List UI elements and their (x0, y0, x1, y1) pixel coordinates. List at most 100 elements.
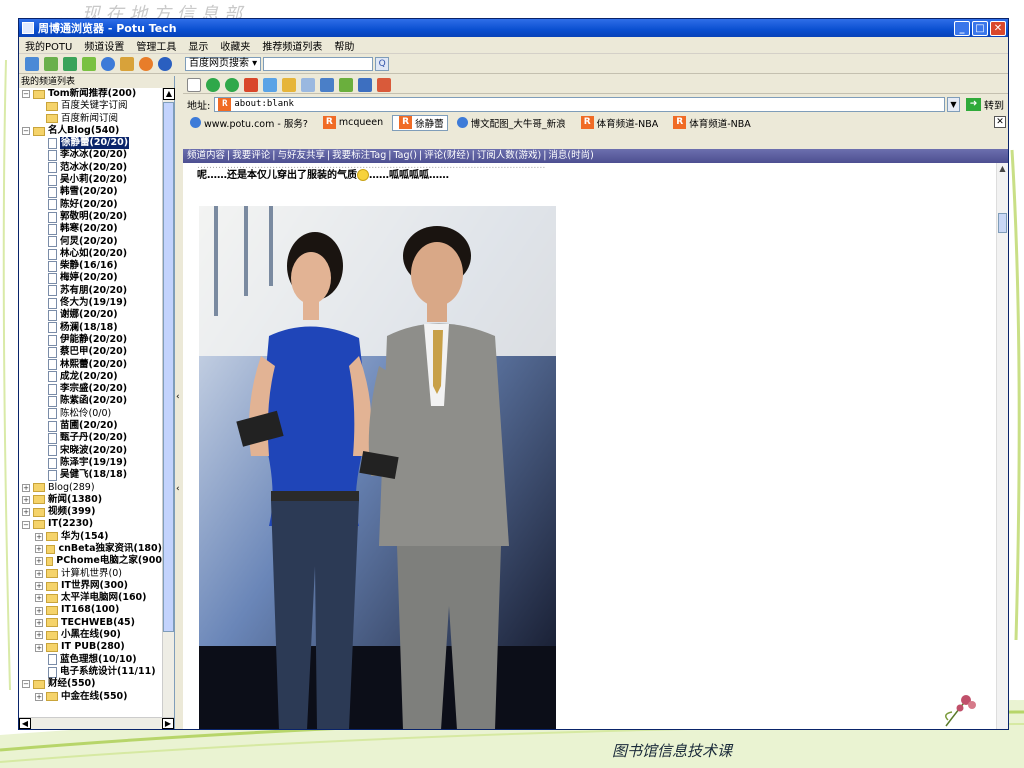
expand-icon[interactable]: + (35, 582, 43, 591)
scroll-right-arrow-icon[interactable]: ▶ (162, 718, 174, 729)
tree-folder-item[interactable]: + Blog(289) (19, 482, 162, 494)
search-input[interactable] (263, 56, 374, 71)
tab-3[interactable]: 博文配图_大牛哥_新浪 (454, 116, 569, 130)
favorite-icon[interactable] (139, 56, 153, 71)
menu-my-potu[interactable]: 我的POTU (25, 38, 72, 53)
tree-folder-item[interactable]: − 名人Blog(540) (19, 125, 162, 137)
tree-folder-item[interactable]: + 视频(399) (19, 506, 162, 518)
tree-folder-item[interactable]: − Tom新闻推荐(200) (19, 88, 162, 100)
tree-channel-item[interactable]: 宋晓波(20/20) (19, 445, 162, 457)
nav-link[interactable]: 频道内容 (187, 150, 225, 161)
tree-folder-item[interactable]: + 新闻(1380) (19, 494, 162, 506)
scroll-left-arrow-icon[interactable]: ◀ (19, 718, 31, 729)
content-vertical-scrollbar[interactable]: ▲ (996, 163, 1008, 729)
tree-folder-item[interactable]: + TECHWEB(45) (19, 617, 162, 629)
expand-icon[interactable]: + (35, 532, 43, 541)
tab-2[interactable]: R 徐静蕾 (392, 114, 448, 131)
layout-icon[interactable] (358, 77, 372, 92)
tools-icon[interactable] (339, 77, 353, 92)
tree-channel-item[interactable]: 陈松伶(0/0) (19, 408, 162, 420)
nav-link[interactable]: 我要标注Tag (332, 150, 386, 161)
tree-channel-item[interactable]: 电子系统设计(11/11) (19, 666, 162, 678)
expand-icon[interactable]: + (22, 495, 30, 504)
channel-list-icon[interactable] (25, 56, 39, 71)
tree-folder-item[interactable]: 百度关键字订阅 (19, 100, 162, 112)
tree-channel-item[interactable]: 林心如(20/20) (19, 248, 162, 260)
tree-folder-item[interactable]: 百度新闻订阅 (19, 113, 162, 125)
add-channel-icon[interactable] (44, 56, 58, 71)
tree-channel-item[interactable]: 陈泽宇(19/19) (19, 457, 162, 469)
tree-channel-item[interactable]: 郭敬明(20/20) (19, 211, 162, 223)
tree-folder-item[interactable]: + 中金在线(550) (19, 691, 162, 703)
tree-channel-item[interactable]: 李宗盛(20/20) (19, 383, 162, 395)
nav-link[interactable]: 订阅人数(游戏) (477, 150, 541, 161)
tree-folder-item[interactable]: + 华为(154) (19, 531, 162, 543)
expand-icon[interactable]: + (22, 483, 30, 492)
collapse-left-icon-2[interactable]: ‹ (176, 484, 180, 494)
refresh-icon[interactable] (63, 56, 77, 71)
tree-folder-item[interactable]: + IT世界网(300) (19, 580, 162, 592)
search-engine-select[interactable]: 百度网页搜索 ▾ (185, 56, 262, 71)
menu-view[interactable]: 显示 (188, 38, 208, 53)
tree-channel-item[interactable]: 谢娜(20/20) (19, 309, 162, 321)
expand-icon[interactable]: + (35, 569, 43, 578)
tree-folder-item[interactable]: + cnBeta独家资讯(180) (19, 543, 162, 555)
address-field[interactable]: R about:blank (214, 96, 945, 112)
menu-tools[interactable]: 管理工具 (136, 38, 176, 53)
stop-icon[interactable] (244, 77, 258, 92)
tree-folder-item[interactable]: + IT168(100) (19, 604, 162, 616)
expand-icon[interactable]: + (35, 643, 43, 652)
scroll-up-arrow-icon[interactable]: ▲ (163, 88, 175, 100)
menu-help[interactable]: 帮助 (334, 38, 354, 53)
expand-icon[interactable]: + (35, 692, 43, 701)
expand-icon[interactable]: + (35, 545, 43, 554)
menu-channel-settings[interactable]: 频道设置 (84, 38, 124, 53)
address-dropdown-icon[interactable]: ▼ (947, 96, 960, 112)
close-button[interactable]: ✕ (990, 20, 1006, 36)
collapse-icon[interactable]: − (22, 680, 30, 689)
nav-link[interactable]: 与好友共享 (277, 150, 325, 161)
tree-channel-item[interactable]: 韩寒(20/20) (19, 223, 162, 235)
tree-channel-item[interactable]: 成龙(20/20) (19, 371, 162, 383)
close-tab-icon[interactable]: ✕ (994, 116, 1006, 128)
tree-channel-item[interactable]: 蓝色理想(10/10) (19, 654, 162, 666)
content-scroll-thumb[interactable] (998, 213, 1007, 233)
tree-folder-item[interactable]: + IT PUB(280) (19, 641, 162, 653)
tab-0[interactable]: www.potu.com - 服务? (187, 116, 311, 130)
tree-folder-item[interactable]: − IT(2230) (19, 518, 162, 530)
new-page-icon[interactable] (187, 77, 201, 92)
expand-icon[interactable]: + (22, 508, 30, 517)
tree-channel-item[interactable]: 范冰冰(20/20) (19, 162, 162, 174)
back-icon[interactable] (206, 77, 220, 92)
tab-4[interactable]: R 体育频道-NBA (575, 116, 662, 130)
forward-icon[interactable] (225, 77, 239, 92)
nav-link[interactable]: Tag() (393, 150, 417, 161)
tree-channel-item[interactable]: 韩雪(20/20) (19, 186, 162, 199)
help-icon[interactable] (158, 56, 172, 71)
tree-channel-item[interactable]: 吴健飞(18/18) (19, 469, 162, 481)
stats-icon[interactable] (377, 77, 391, 92)
sidebar-vertical-scrollbar[interactable]: ▲ (162, 88, 175, 717)
update-all-icon[interactable] (82, 56, 96, 71)
tree-channel-item[interactable]: 伊能静(20/20) (19, 334, 162, 346)
expand-icon[interactable]: + (35, 606, 43, 615)
scroll-thumb[interactable] (163, 102, 174, 632)
tree-channel-item[interactable]: 杨澜(18/18) (19, 322, 162, 334)
tree-channel-item[interactable]: 苗圃(20/20) (19, 420, 162, 432)
collapse-icon[interactable]: − (22, 90, 30, 99)
expand-icon[interactable]: + (35, 618, 43, 627)
tree-channel-item[interactable]: 梅婷(20/20) (19, 272, 162, 285)
find-icon[interactable] (301, 77, 315, 92)
collapse-icon[interactable]: − (22, 520, 30, 529)
tab-5[interactable]: R 体育频道-NBA (667, 116, 754, 130)
tree-channel-item[interactable]: 吴小莉(20/20) (19, 174, 162, 186)
menu-favorites[interactable]: 收藏夹 (220, 38, 250, 53)
tree-folder-item[interactable]: + 小黑在线(90) (19, 629, 162, 641)
tree-channel-item[interactable]: 蔡巴甲(20/20) (19, 346, 162, 358)
tree-channel-item[interactable]: 何炅(20/20) (19, 236, 162, 248)
tree-folder-item[interactable]: + 计算机世界(0) (19, 568, 162, 580)
minimize-button[interactable]: _ (954, 20, 970, 36)
expand-icon[interactable]: + (35, 594, 43, 603)
sidebar-horizontal-scrollbar[interactable]: ◀ ▶ (19, 717, 174, 729)
collapse-icon[interactable]: − (22, 127, 30, 136)
